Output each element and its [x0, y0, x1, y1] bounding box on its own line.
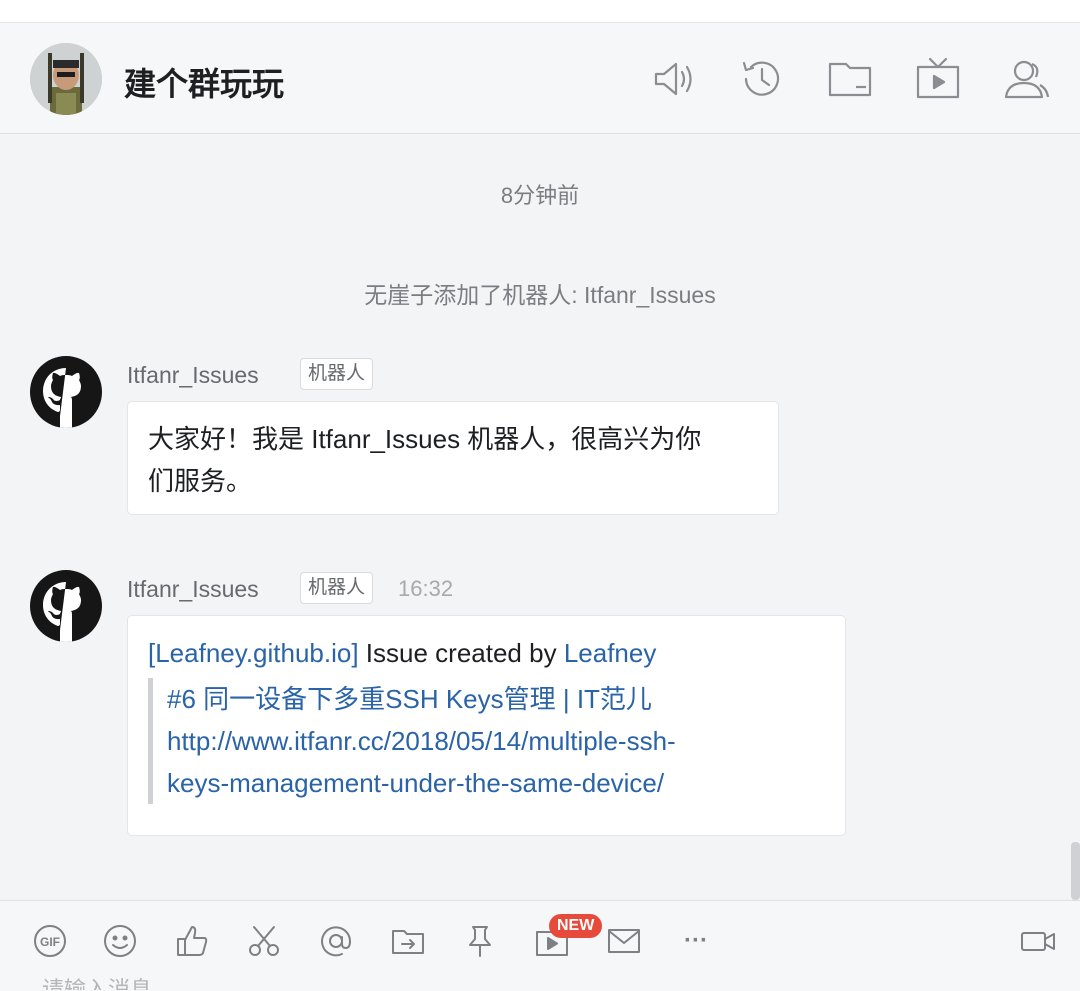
thumbs-up-icon[interactable] [172, 921, 212, 961]
sender-name: Itfanr_Issues [127, 362, 259, 388]
video-call-icon[interactable] [1018, 921, 1058, 961]
tv-icon[interactable] [912, 53, 964, 105]
github-icon [43, 368, 81, 428]
speaker-icon[interactable] [648, 53, 700, 105]
repo-link[interactable]: [Leafney.github.io] [148, 638, 359, 668]
window-top-strip [0, 0, 1080, 23]
scissors-icon[interactable] [244, 921, 284, 961]
issue-url-link[interactable]: http://www.itfanr.cc/2018/05/14/multiple… [167, 720, 825, 762]
pin-icon[interactable] [460, 921, 500, 961]
group-avatar[interactable] [30, 43, 102, 115]
issue-url-link[interactable]: keys-management-under-the-same-device/ [167, 762, 825, 804]
mail-icon[interactable] [604, 921, 644, 961]
group-title: 建个群玩玩 [124, 66, 285, 102]
message-text-line: 大家好！我是 Itfanr_Issues 机器人，很高兴为你 [148, 424, 702, 454]
author-link[interactable]: Leafney [564, 638, 657, 668]
chat-header: 建个群玩玩 [0, 23, 1080, 134]
timestamp: 8分钟前 [500, 183, 580, 208]
bot-avatar[interactable] [30, 570, 102, 642]
sender-name: Itfanr_Issues [127, 576, 259, 602]
bot-badge: 机器人 [300, 358, 374, 390]
bot-badge: 机器人 [300, 572, 374, 604]
bot-avatar[interactable] [30, 356, 102, 428]
more-icon[interactable]: ··· [676, 921, 716, 961]
scrollbar-thumb[interactable] [1071, 842, 1080, 900]
issue-header: [Leafney.github.io] Issue created by Lea… [148, 632, 825, 674]
new-badge: NEW [549, 914, 603, 938]
system-message: 无崖子添加了机器人: Itfanr_Issues [364, 282, 716, 308]
folder-icon[interactable] [824, 53, 876, 105]
history-icon[interactable] [736, 53, 788, 105]
issue-quote: #6 同一设备下多重SSH Keys管理 | IT范儿 http://www.i… [148, 678, 825, 804]
emoji-icon[interactable] [100, 921, 140, 961]
gif-icon[interactable]: GIF [30, 921, 70, 961]
github-icon [43, 582, 81, 642]
message-time: 16:32 [398, 576, 454, 601]
issue-created-text: Issue created by [358, 638, 564, 668]
gif-label: GIF [40, 935, 60, 949]
message-input-placeholder[interactable]: 请输入消息 [42, 978, 152, 990]
message-text-line: 们服务。 [148, 466, 253, 496]
share-file-icon[interactable] [388, 921, 428, 961]
issue-title-link[interactable]: #6 同一设备下多重SSH Keys管理 | IT范儿 [167, 678, 825, 720]
message-bubble[interactable]: 大家好！我是 Itfanr_Issues 机器人，很高兴为你 们服务。 [127, 401, 779, 515]
issue-card[interactable]: [Leafney.github.io] Issue created by Lea… [127, 615, 846, 836]
input-toolbar: GIF ··· [0, 900, 1080, 991]
members-icon[interactable] [1000, 53, 1052, 105]
mention-icon[interactable] [316, 921, 356, 961]
